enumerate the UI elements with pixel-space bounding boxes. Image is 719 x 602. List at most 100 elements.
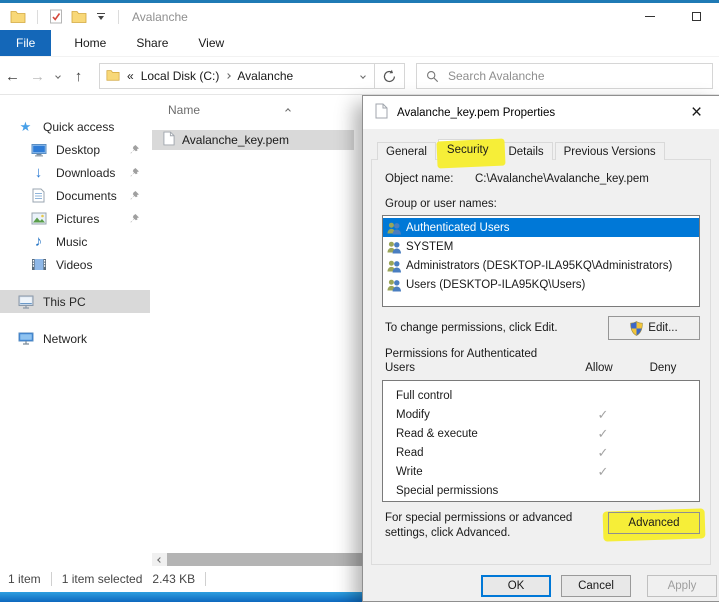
sidebar-item-videos[interactable]: Videos [0, 253, 150, 276]
pin-icon [129, 190, 140, 204]
sidebar-item-label: Documents [56, 189, 117, 203]
breadcrumb-drive[interactable]: Local Disk (C:) [141, 69, 220, 83]
edit-button-label: Edit... [648, 322, 677, 334]
address-bar[interactable]: « Local Disk (C:) Avalanche [99, 63, 375, 89]
tab-details[interactable]: Details [499, 142, 552, 160]
users-icon [386, 259, 402, 273]
permission-name: Full control [396, 390, 571, 402]
sidebar-item-network[interactable]: Network [0, 327, 150, 350]
download-icon: ↓ [29, 165, 48, 181]
group-item[interactable]: SYSTEM [383, 237, 699, 256]
pin-icon [129, 144, 140, 158]
titlebar-divider [37, 10, 38, 24]
permission-name: Special permissions [396, 485, 571, 497]
sidebar-item-label: Pictures [56, 212, 99, 226]
permission-name: Write [396, 466, 571, 478]
group-item[interactable]: Authenticated Users [383, 218, 699, 237]
tab-previous-versions[interactable]: Previous Versions [555, 142, 665, 160]
pc-icon [16, 294, 35, 310]
advanced-button-label: Advanced [628, 517, 679, 529]
column-header-name[interactable]: Name [168, 103, 200, 117]
horizontal-scrollbar[interactable] [152, 553, 362, 566]
network-icon [16, 331, 35, 347]
scroll-left-icon[interactable] [152, 553, 167, 566]
status-item-count: 1 item [8, 572, 41, 586]
file-icon [375, 103, 388, 122]
qat-new-folder-icon[interactable] [67, 10, 91, 23]
sidebar-item-documents[interactable]: Documents [0, 184, 150, 207]
qat-customize-chevron-icon[interactable] [91, 13, 111, 20]
search-input[interactable]: Search Avalanche [416, 63, 713, 89]
edit-button[interactable]: Edit... [608, 316, 700, 340]
advanced-button[interactable]: Advanced [608, 512, 700, 534]
permission-row: Read ✓ [383, 443, 699, 462]
maximize-icon [692, 12, 701, 21]
tab-security[interactable]: Security [438, 139, 498, 160]
group-name: SYSTEM [406, 241, 453, 253]
permission-name: Read & execute [396, 428, 571, 440]
pin-icon [129, 213, 140, 227]
check-icon: ✓ [598, 445, 609, 460]
status-divider [205, 572, 206, 586]
sidebar-item-this-pc[interactable]: This PC [0, 290, 150, 313]
breadcrumb-overflow[interactable]: « [127, 69, 134, 83]
refresh-icon [382, 69, 397, 84]
dialog-close-button[interactable]: × [674, 96, 719, 129]
cancel-button[interactable]: Cancel [561, 575, 631, 597]
back-button[interactable]: ← [0, 68, 25, 85]
sidebar-item-quick-access[interactable]: ★Quick access [0, 115, 150, 138]
music-icon: ♪ [29, 234, 48, 250]
up-button[interactable]: ↑ [66, 68, 91, 85]
users-icon [386, 221, 402, 235]
check-icon: ✓ [598, 464, 609, 479]
permissions-list: Full controlModify✓Read & execute✓Read✓W… [382, 380, 700, 502]
taskbar-edge [0, 592, 362, 602]
ribbon-tab-bar: File Home Share View [0, 30, 719, 57]
permissions-title: Permissions for Authenticated Users [385, 347, 567, 375]
breadcrumb-separator-icon [226, 73, 232, 79]
minimize-button[interactable] [627, 3, 673, 30]
uac-shield-icon [630, 321, 643, 336]
allow-cell: ✓ [571, 445, 635, 461]
title-bar: Avalanche [0, 3, 719, 30]
minimize-icon [645, 16, 655, 17]
desktop-icon [29, 142, 48, 158]
search-placeholder: Search Avalanche [448, 69, 545, 83]
check-icon: ✓ [598, 407, 609, 422]
dialog-title: Avalanche_key.pem Properties [397, 107, 555, 119]
group-item[interactable]: Users (DESKTOP-ILA95KQ\Users) [383, 275, 699, 294]
group-item[interactable]: Administrators (DESKTOP-ILA95KQ\Administ… [383, 256, 699, 275]
scrollbar-thumb[interactable] [167, 553, 362, 566]
forward-button: → [25, 68, 50, 85]
window-title: Avalanche [132, 10, 188, 24]
document-icon [29, 188, 48, 204]
tab-view[interactable]: View [183, 30, 239, 56]
tab-home[interactable]: Home [59, 30, 121, 56]
sort-ascending-icon[interactable] [286, 102, 290, 116]
permissions-header: Permissions for Authenticated Users Allo… [380, 347, 702, 375]
history-chevron-icon[interactable] [50, 74, 66, 78]
star-icon: ★ [16, 119, 35, 135]
apply-button: Apply [647, 575, 717, 597]
sidebar-item-label: Downloads [56, 166, 115, 180]
qat-properties-icon[interactable] [45, 9, 67, 24]
address-dropdown-chevron-icon[interactable] [358, 74, 368, 78]
refresh-button[interactable] [375, 63, 405, 89]
tab-file[interactable]: File [0, 30, 51, 56]
file-row[interactable]: Avalanche_key.pem [152, 130, 354, 150]
allow-cell: ✓ [571, 426, 635, 442]
file-icon [163, 131, 175, 149]
advanced-row: For special permissions or advanced sett… [380, 511, 702, 541]
tab-share[interactable]: Share [121, 30, 183, 56]
sidebar-item-pictures[interactable]: Pictures [0, 207, 150, 230]
ok-button[interactable]: OK [481, 575, 551, 597]
advanced-hint: For special permissions or advanced sett… [385, 511, 608, 541]
sidebar-item-music[interactable]: ♪Music [0, 230, 150, 253]
maximize-button[interactable] [673, 3, 719, 30]
tab-general[interactable]: General [377, 142, 436, 160]
sidebar-item-desktop[interactable]: Desktop [0, 138, 150, 161]
sidebar-item-downloads[interactable]: ↓ Downloads [0, 161, 150, 184]
permission-name: Read [396, 447, 571, 459]
breadcrumb-folder[interactable]: Avalanche [237, 69, 293, 83]
sidebar-item-label: This PC [43, 295, 86, 309]
